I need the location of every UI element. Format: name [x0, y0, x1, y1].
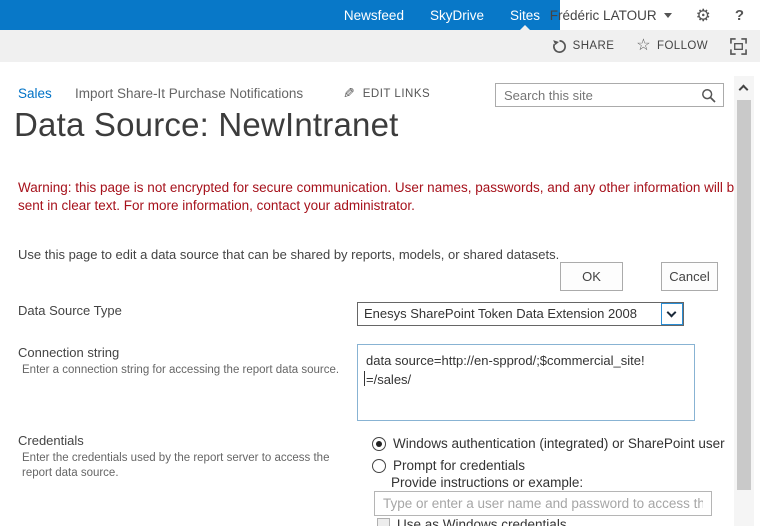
select-arrow-button[interactable] — [661, 303, 683, 325]
nav-sites[interactable]: Sites — [510, 8, 540, 23]
chevron-down-icon — [664, 13, 672, 18]
data-source-type-label: Data Source Type — [18, 303, 122, 318]
radio-prompt-for-credentials[interactable]: Prompt for credentials — [372, 458, 525, 473]
focus-icon — [730, 38, 747, 55]
sharepoint-page: Newsfeed SkyDrive Sites Frédéric LATOUR … — [0, 0, 760, 526]
pencil-icon: ✎ — [343, 85, 355, 102]
credentials-help: Enter the credentials used by the report… — [22, 451, 356, 481]
share-label: SHARE — [573, 40, 615, 52]
checkbox-label[interactable]: Use as Windows credentials — [397, 517, 567, 526]
gear-icon[interactable]: ⚙ — [696, 7, 711, 24]
share-button[interactable]: SHARE — [552, 39, 615, 54]
connection-string-help: Enter a connection string for accessing … — [22, 363, 352, 378]
credentials-instructions-input[interactable] — [374, 491, 712, 516]
edit-links-button[interactable]: ✎ EDIT LINKS — [343, 85, 430, 102]
radio-icon[interactable] — [372, 437, 386, 451]
breadcrumb-section-link[interactable]: Import Share-It Purchase Notifications — [75, 86, 303, 101]
star-icon: ☆ — [636, 38, 651, 54]
connection-string-label: Connection string — [18, 345, 119, 360]
nav-newsfeed[interactable]: Newsfeed — [344, 8, 404, 23]
suite-nav: Newsfeed SkyDrive Sites — [0, 0, 560, 30]
search-input[interactable] — [496, 84, 696, 106]
suite-user-area: Frédéric LATOUR ⚙ ? — [560, 0, 760, 30]
radio-label[interactable]: Prompt for credentials — [393, 458, 525, 473]
credentials-label: Credentials — [18, 433, 84, 448]
chevron-down-icon — [667, 308, 677, 318]
radio-label[interactable]: Windows authentication (integrated) or S… — [393, 436, 725, 451]
instructions-label: Provide instructions or example: — [391, 475, 583, 490]
search-icon[interactable] — [701, 88, 717, 104]
user-menu[interactable]: Frédéric LATOUR — [550, 8, 672, 23]
connection-string-textarea[interactable]: data source=http://en-spprod/;$commercia… — [357, 344, 695, 421]
user-name: Frédéric LATOUR — [550, 8, 657, 23]
nav-skydrive[interactable]: SkyDrive — [430, 8, 484, 23]
ribbon-bar: SHARE ☆ FOLLOW — [0, 30, 760, 62]
use-windows-credentials-option[interactable]: Use as Windows credentials — [377, 517, 567, 526]
text-cursor — [364, 371, 365, 386]
focus-mode-button[interactable] — [730, 38, 747, 55]
breadcrumb-site-link[interactable]: Sales — [18, 86, 52, 101]
edit-links-label: EDIT LINKS — [363, 88, 430, 100]
data-source-type-value: Enesys SharePoint Token Data Extension 2… — [364, 306, 637, 321]
data-source-type-select[interactable]: Enesys SharePoint Token Data Extension 2… — [357, 302, 684, 326]
warning-message: Warning: this page is not encrypted for … — [18, 179, 742, 215]
share-icon — [552, 39, 567, 54]
cancel-button[interactable]: Cancel — [661, 262, 718, 291]
vertical-scrollbar[interactable] — [734, 76, 754, 526]
page-title: Data Source: NewIntranet — [14, 106, 399, 144]
breadcrumb: Sales Import Share-It Purchase Notificat… — [0, 78, 760, 108]
search-box — [495, 83, 724, 107]
scroll-up-arrow-icon[interactable] — [739, 85, 749, 95]
follow-button[interactable]: ☆ FOLLOW — [636, 38, 708, 54]
scrollbar-thumb[interactable] — [737, 100, 751, 490]
checkbox-icon[interactable] — [377, 518, 390, 526]
help-icon[interactable]: ? — [735, 7, 744, 24]
radio-windows-authentication[interactable]: Windows authentication (integrated) or S… — [372, 436, 725, 451]
page-description: Use this page to edit a data source that… — [18, 247, 718, 262]
radio-icon[interactable] — [372, 459, 386, 473]
ok-button[interactable]: OK — [560, 262, 623, 291]
suite-bar: Newsfeed SkyDrive Sites Frédéric LATOUR … — [0, 0, 760, 30]
follow-label: FOLLOW — [657, 40, 708, 52]
